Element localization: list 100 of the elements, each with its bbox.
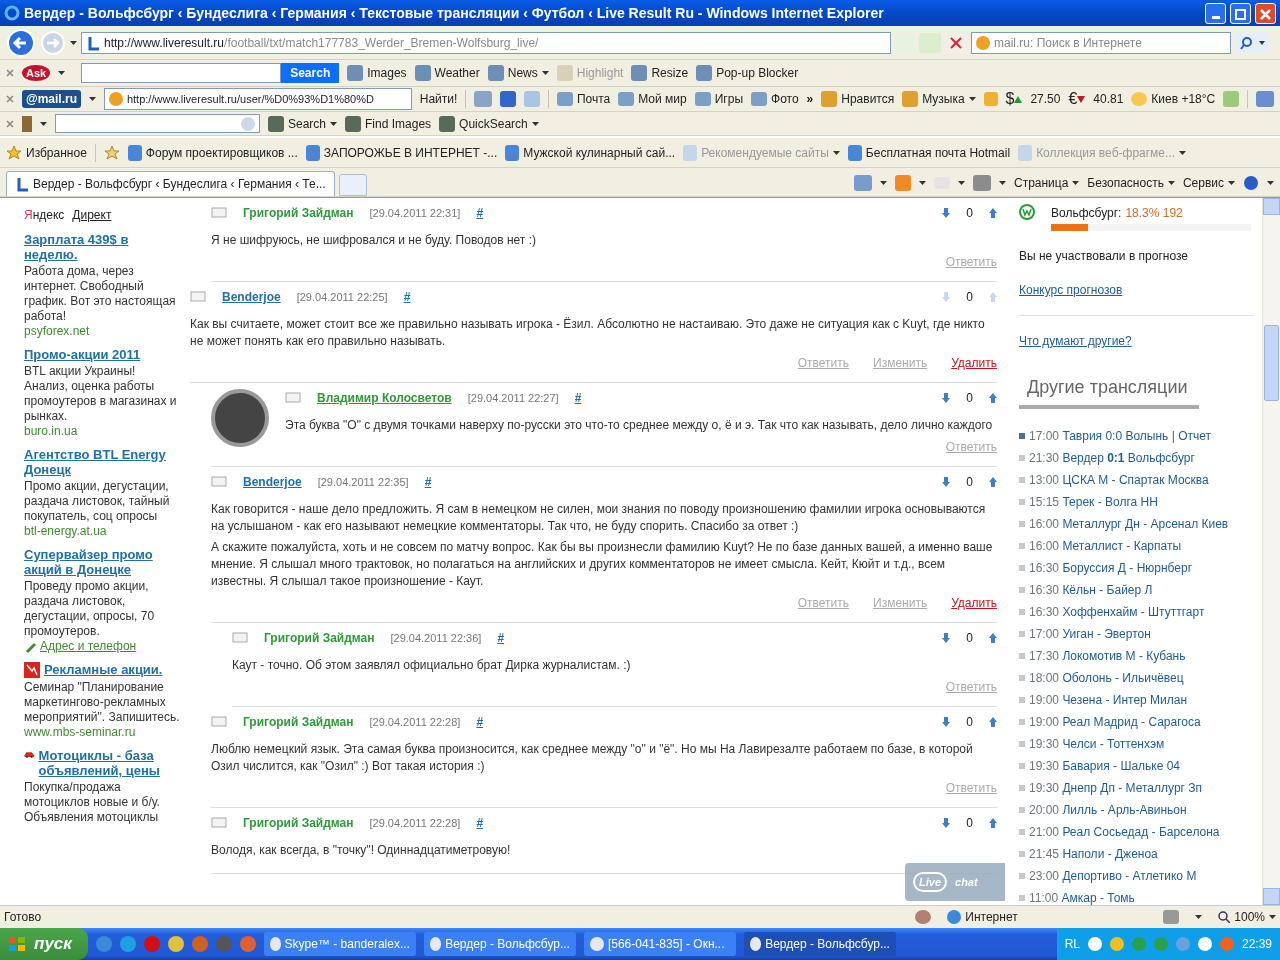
menu-button[interactable]: Сервис — [1182, 174, 1235, 192]
permalink[interactable]: # — [497, 629, 505, 647]
vote-down-icon[interactable] — [942, 477, 951, 487]
toolbar-button[interactable]: Pop-up Blocker — [696, 64, 799, 82]
caret-icon[interactable] — [957, 181, 965, 185]
match-link[interactable]: 16:30 Кёльн - Байер Л — [1029, 579, 1153, 601]
caret-icon[interactable] — [531, 121, 539, 126]
toolbar-button[interactable]: Фото — [751, 90, 799, 108]
close-button[interactable] — [1255, 2, 1276, 24]
match-link[interactable]: 16:00 Металлург Дн - Арсенал Киев — [1029, 513, 1229, 535]
match-link[interactable]: 16:00 Металлист - Карпаты — [1029, 535, 1182, 557]
close-icon[interactable] — [6, 69, 14, 77]
ad-brand-link[interactable]: Директ — [72, 206, 112, 224]
taskbar-button[interactable]: [566-041-835] - Окн... — [583, 932, 736, 956]
match-link[interactable]: 21:30 Вердер 0:1 Вольфсбург — [1029, 447, 1195, 469]
match-link[interactable]: 19:30 Бавария - Шальке 04 — [1029, 755, 1181, 777]
caret-icon[interactable] — [89, 97, 96, 101]
toolbar-button[interactable]: QuickSearch — [439, 114, 539, 133]
toolbar-button[interactable]: Нравится — [821, 90, 895, 108]
comment-author[interactable]: Benderjoe — [222, 288, 281, 306]
caret-icon[interactable] — [40, 121, 47, 126]
caret-icon[interactable] — [70, 40, 77, 45]
menu-button[interactable]: Безопасность — [1087, 174, 1175, 192]
match-link[interactable]: 18:00 Оболонь - Ильичёвец — [1029, 667, 1184, 689]
taskbar-button[interactable]: Skype™ - banderalex... — [263, 932, 416, 956]
favorite-link[interactable]: Форум проектировщиков ... — [127, 143, 298, 162]
vote-up-icon[interactable] — [989, 477, 997, 487]
permalink[interactable]: # — [476, 204, 484, 222]
toolbar-button[interactable]: Weather — [414, 64, 480, 82]
mail-logo[interactable]: @mail.ru — [21, 90, 81, 108]
toolbar-button[interactable]: Resize — [631, 64, 689, 82]
toolbar-button[interactable]: Search — [268, 114, 338, 133]
contest-link[interactable]: Конкурс прогнозов — [1019, 283, 1123, 297]
permalink[interactable]: # — [403, 288, 411, 306]
match-link[interactable]: 23:00 Депортиво - Атлетико М — [1029, 865, 1197, 887]
comment-author[interactable]: Benderjoe — [243, 473, 302, 491]
caret-icon[interactable] — [918, 181, 926, 185]
vote-down-icon[interactable] — [942, 633, 951, 643]
back-button[interactable] — [6, 27, 36, 58]
zoom-button[interactable]: 100% — [1218, 908, 1276, 926]
url-field[interactable]: http://www.liveresult.ru/user/%D0%93%D1%80%D — [103, 88, 412, 110]
match-link[interactable]: 21:00 Реал Сосьедад - Барселона — [1029, 821, 1220, 843]
caret-icon[interactable] — [541, 71, 549, 75]
caret-icon[interactable] — [879, 181, 887, 185]
match-link[interactable]: 19:00 Реал Мадрид - Сарагоса — [1029, 711, 1201, 733]
ask-logo[interactable]: Ask — [22, 64, 51, 82]
favorites-button[interactable]: Избранное — [6, 143, 87, 162]
ad-title-link[interactable]: Мотоциклы - база объявлений, цены — [38, 748, 180, 778]
match-link[interactable]: 19:30 Челси - Тоттенхэм — [1029, 733, 1165, 755]
match-link[interactable]: 16:30 Боруссия Д - Нюрнберг — [1029, 557, 1193, 579]
browser-tab[interactable]: Вердер - Вольфсбург ‹ Бундеслига ‹ Германия ‹ Те... — [6, 171, 335, 196]
vote-up-icon[interactable] — [989, 717, 997, 727]
ad-title-link[interactable]: Промо-акции 2011 — [24, 347, 141, 362]
match-link[interactable]: 11:00 Амкар - Томь — [1029, 887, 1135, 905]
minimize-button[interactable] — [1205, 2, 1226, 24]
permalink[interactable]: # — [574, 389, 582, 407]
toolbar-button[interactable]: Почта — [556, 90, 611, 108]
caret-icon[interactable] — [330, 121, 338, 126]
caret-icon[interactable] — [1228, 181, 1235, 185]
search-button[interactable]: Search — [281, 63, 340, 83]
ad-title-link[interactable]: Агентство BTL Energy Донецк — [24, 447, 180, 477]
scrollbar-thumb[interactable] — [1264, 325, 1279, 401]
match-link[interactable]: 19:00 Чезена - Интер Милан — [1029, 689, 1188, 711]
vote-down-icon[interactable] — [942, 717, 951, 727]
match-link[interactable]: 17:00 Уиган - Эвертон — [1029, 623, 1151, 645]
taskbar-button[interactable]: Вердер - Вольфсбур... — [423, 932, 576, 956]
toolbar-button[interactable]: News — [487, 64, 549, 82]
match-link[interactable]: 17:30 Локомотив М - Кубань — [1029, 645, 1186, 667]
caret-icon[interactable] — [58, 71, 66, 75]
permalink[interactable]: # — [424, 473, 432, 491]
maximize-button[interactable] — [1230, 2, 1251, 24]
caret-icon[interactable] — [1167, 181, 1175, 185]
toolbar-button[interactable]: Мой мир — [618, 90, 687, 108]
vote-down-icon[interactable] — [942, 818, 951, 828]
ad-title-link[interactable]: Рекламные акции. — [44, 662, 163, 677]
more-chevron[interactable]: » — [806, 90, 814, 108]
search-input[interactable] — [81, 63, 282, 83]
vote-up-icon[interactable] — [989, 393, 997, 403]
close-icon[interactable] — [6, 119, 14, 128]
comment-author[interactable]: Владимир Колосветов — [317, 389, 452, 407]
match-link[interactable]: 20:00 Лилль - Арль-Авиньон — [1029, 799, 1187, 821]
caret-icon[interactable] — [1267, 181, 1274, 185]
taskbar-button[interactable]: Вердер - Вольфсбур... — [743, 932, 896, 956]
toolbar-button[interactable]: Игры — [694, 90, 743, 108]
permalink[interactable]: # — [476, 814, 484, 832]
stop-icon[interactable] — [945, 32, 967, 53]
match-link[interactable]: 15:15 Терек - Волга НН — [1029, 491, 1158, 513]
caret-icon[interactable] — [1195, 915, 1203, 919]
caret-icon[interactable] — [968, 97, 976, 101]
add-favorite-icon[interactable] — [103, 144, 120, 161]
match-link[interactable]: 17:00 Таврия 0:0 Волынь | Отчет — [1029, 425, 1211, 447]
permalink[interactable]: # — [476, 713, 484, 731]
match-link[interactable]: 19:30 Днепр Дп - Металлург Зп — [1029, 777, 1203, 799]
match-link[interactable]: 21:45 Наполи - Дженоа — [1029, 843, 1158, 865]
others-link[interactable]: Что думают другие? — [1019, 334, 1132, 348]
search-field[interactable] — [55, 114, 260, 133]
match-link[interactable]: 16:30 Хоффенхайм - Штуттгарт — [1029, 601, 1205, 623]
favorite-link[interactable]: Мужской кулинарный сай... — [505, 143, 676, 162]
ad-title-link[interactable]: Супервайзер промо акций в Донецке — [24, 547, 180, 577]
ad-title-link[interactable]: Зарплата 439$ в неделю. — [24, 232, 180, 262]
